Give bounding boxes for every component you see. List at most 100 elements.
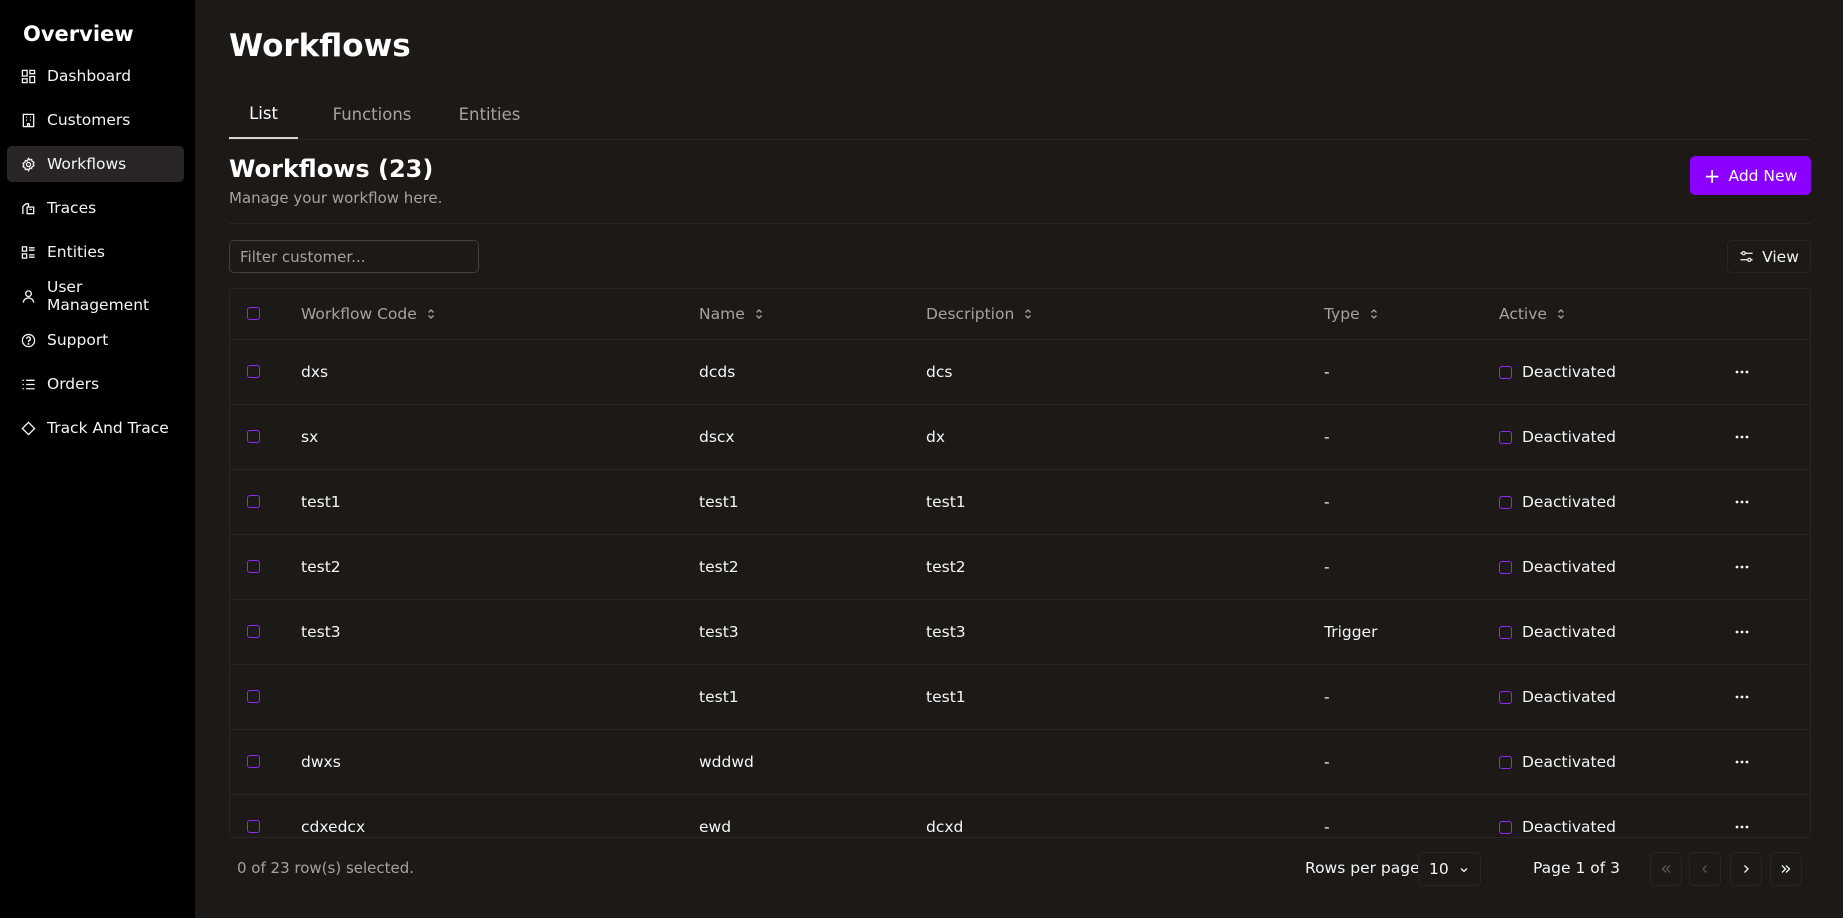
row-actions-button[interactable] <box>1727 470 1757 534</box>
row-checkbox[interactable] <box>247 755 260 768</box>
sidebar-item-label: Customers <box>47 111 131 129</box>
first-page-button[interactable] <box>1650 852 1682 886</box>
cell-code: test1 <box>301 493 341 511</box>
add-new-label: Add New <box>1728 166 1798 185</box>
building-icon <box>19 111 38 130</box>
previous-page-button[interactable] <box>1689 852 1721 886</box>
table-row[interactable]: cdxedcx ewd dcxd - Deactivated <box>230 795 1810 837</box>
cell-code: sx <box>301 428 319 446</box>
column-header-description[interactable]: Description <box>926 289 1034 339</box>
chevrons-right-icon <box>1781 865 1791 873</box>
active-checkbox[interactable] <box>1499 820 1512 834</box>
active-checkbox[interactable] <box>1499 755 1512 769</box>
sidebar-item-support[interactable]: Support <box>7 322 184 358</box>
column-label: Type <box>1324 305 1360 323</box>
row-checkbox[interactable] <box>247 365 260 378</box>
table-row[interactable]: test3 test3 test3 Trigger Deactivated <box>230 600 1810 665</box>
list-icon <box>19 375 38 394</box>
divider <box>229 223 1811 224</box>
cell-code: cdxedcx <box>301 818 366 836</box>
active-checkbox[interactable] <box>1499 560 1512 574</box>
rows-per-page-select[interactable]: 10 <box>1418 852 1481 886</box>
active-checkbox[interactable] <box>1499 625 1512 639</box>
tab-entities[interactable]: Entities <box>435 90 544 139</box>
table-row[interactable]: sx dscx dx - Deactivated <box>230 405 1810 470</box>
tab-functions[interactable]: Functions <box>309 90 435 139</box>
row-actions-button[interactable] <box>1727 600 1757 664</box>
row-checkbox[interactable] <box>247 560 260 573</box>
filter-input[interactable] <box>229 240 479 273</box>
row-actions-button[interactable] <box>1727 795 1757 837</box>
sidebar-item-customers[interactable]: Customers <box>7 102 184 138</box>
last-page-button[interactable] <box>1770 852 1802 886</box>
sidebar-item-track-and-trace[interactable]: Track And Trace <box>7 410 184 446</box>
view-label: View <box>1762 247 1799 266</box>
cell-active: Deactivated <box>1499 340 1616 404</box>
row-actions-button[interactable] <box>1727 535 1757 599</box>
table-row[interactable]: test2 test2 test2 - Deactivated <box>230 535 1810 600</box>
sidebar-item-traces[interactable]: Traces <box>7 190 184 226</box>
active-checkbox[interactable] <box>1499 365 1512 379</box>
active-status-label: Deactivated <box>1522 493 1616 511</box>
row-actions-button[interactable] <box>1727 730 1757 794</box>
cell-name: dcds <box>699 363 736 381</box>
sidebar-item-user-management[interactable]: User Management <box>7 278 184 314</box>
row-checkbox[interactable] <box>247 495 260 508</box>
sidebar-item-orders[interactable]: Orders <box>7 366 184 402</box>
column-header-active[interactable]: Active <box>1499 289 1567 339</box>
cell-name: test1 <box>699 688 739 706</box>
active-checkbox[interactable] <box>1499 690 1512 704</box>
active-checkbox[interactable] <box>1499 495 1512 509</box>
chevrons-left-icon <box>1661 865 1671 873</box>
tab-bar: List Functions Entities <box>229 90 1811 140</box>
row-checkbox[interactable] <box>247 690 260 703</box>
sidebar-item-workflows[interactable]: Workflows <box>7 146 184 182</box>
cell-active: Deactivated <box>1499 795 1616 837</box>
add-new-button[interactable]: + Add New <box>1690 156 1811 195</box>
cell-description: dx <box>926 428 946 446</box>
select-all-checkbox[interactable] <box>247 307 260 320</box>
table-header: Workflow Code Name Description Type Acti… <box>230 289 1810 340</box>
sidebar-item-label: Workflows <box>47 155 127 173</box>
cell-code: test2 <box>301 558 341 576</box>
table-row[interactable]: test1 test1 - Deactivated <box>230 665 1810 730</box>
column-header-workflow-code[interactable]: Workflow Code <box>301 289 437 339</box>
sidebar-item-dashboard[interactable]: Dashboard <box>7 58 184 94</box>
cell-active: Deactivated <box>1499 730 1616 794</box>
next-page-button[interactable] <box>1730 852 1762 886</box>
user-icon <box>19 287 38 306</box>
page-title: Workflows <box>229 28 411 64</box>
row-actions-button[interactable] <box>1727 340 1757 404</box>
row-checkbox[interactable] <box>247 820 260 833</box>
table-row[interactable]: dxs dcds dcs - Deactivated <box>230 340 1810 405</box>
column-label: Workflow Code <box>301 305 417 323</box>
view-button[interactable]: View <box>1727 240 1811 273</box>
cell-type: - <box>1324 818 1330 836</box>
sidebar-title: Overview <box>23 22 134 46</box>
active-checkbox[interactable] <box>1499 430 1512 444</box>
row-checkbox[interactable] <box>247 430 260 443</box>
sort-icon <box>1370 309 1377 319</box>
table-row[interactable]: test1 test1 test1 - Deactivated <box>230 470 1810 535</box>
more-horizontal-icon <box>1735 435 1749 439</box>
sort-icon <box>427 309 434 319</box>
tab-list[interactable]: List <box>229 90 298 139</box>
sidebar-item-label: Support <box>47 331 109 349</box>
active-status-label: Deactivated <box>1522 623 1616 641</box>
active-status-label: Deactivated <box>1522 818 1616 836</box>
workflows-table: Workflow Code Name Description Type Acti… <box>229 288 1811 838</box>
row-actions-button[interactable] <box>1727 405 1757 469</box>
cell-description: dcs <box>926 363 953 381</box>
row-checkbox[interactable] <box>247 625 260 638</box>
column-header-type[interactable]: Type <box>1324 289 1380 339</box>
cell-active: Deactivated <box>1499 405 1616 469</box>
traces-icon <box>19 199 38 218</box>
table-row[interactable]: dwxs wddwd - Deactivated <box>230 730 1810 795</box>
page-info: Page 1 of 3 <box>1533 859 1620 877</box>
column-label: Name <box>699 305 745 323</box>
sidebar-item-entities[interactable]: Entities <box>7 234 184 270</box>
row-actions-button[interactable] <box>1727 665 1757 729</box>
sort-icon <box>1557 309 1564 319</box>
column-header-name[interactable]: Name <box>699 289 765 339</box>
main-content: Workflows List Functions Entities Workfl… <box>195 0 1843 918</box>
